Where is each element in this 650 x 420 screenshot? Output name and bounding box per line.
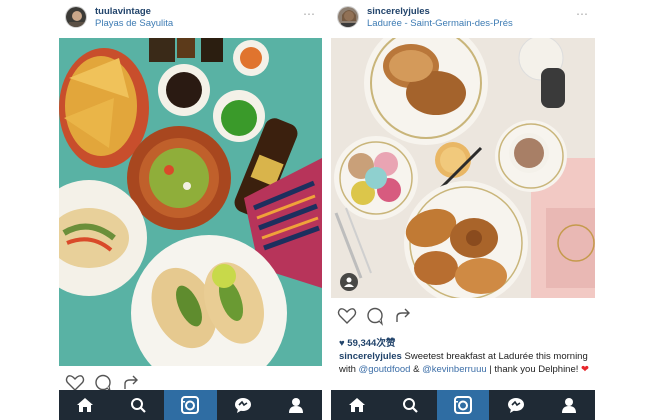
home-icon: [349, 398, 366, 412]
likes-count[interactable]: ♥ 59,344次赞: [339, 335, 395, 349]
mention-link[interactable]: @goutdfood: [359, 364, 411, 375]
profile-icon: [561, 398, 576, 413]
location-link[interactable]: Ladurée - Saint-Germain-des-Prés: [367, 18, 513, 29]
post-header: sincerelyjules Ladurée - Saint-Germain-d…: [331, 0, 595, 38]
red-heart-emoji: ❤: [581, 364, 590, 375]
avatar[interactable]: [337, 6, 359, 28]
tab-camera[interactable]: [164, 390, 217, 420]
more-options-icon[interactable]: ⋯: [576, 8, 589, 20]
location-link[interactable]: Playas de Sayulita: [95, 18, 173, 29]
activity-bubble-icon: [507, 398, 524, 413]
post-sincerelyjules: sincerelyjules Ladurée - Saint-Germain-d…: [331, 0, 595, 420]
bottom-tab-bar: [331, 390, 595, 420]
post-photo-laduree-breakfast[interactable]: [331, 38, 595, 298]
heart-icon[interactable]: [337, 306, 357, 326]
post-photo-tacos[interactable]: [59, 38, 322, 366]
tab-home[interactable]: [59, 390, 112, 420]
profile-icon: [288, 398, 303, 413]
avatar[interactable]: [65, 6, 87, 28]
post-caption: sincerelyjules Sweetest breakfast at Lad…: [339, 350, 589, 376]
tab-profile[interactable]: [269, 390, 322, 420]
action-row: [331, 304, 595, 328]
tab-search[interactable]: [112, 390, 165, 420]
more-options-icon[interactable]: ⋯: [303, 8, 316, 20]
heart-small-icon: ♥: [339, 338, 345, 349]
activity-bubble-icon: [235, 398, 252, 413]
bottom-tab-bar: [59, 390, 322, 420]
tab-activity[interactable]: [217, 390, 270, 420]
username[interactable]: tuulavintage: [95, 6, 151, 17]
post-tuulavintage: tuulavintage Playas de Sayulita ⋯: [59, 0, 322, 420]
search-icon: [130, 398, 146, 413]
likes-text: 59,344次赞: [347, 338, 396, 349]
post-header: tuulavintage Playas de Sayulita ⋯: [59, 0, 322, 38]
tab-camera[interactable]: [436, 390, 490, 420]
username[interactable]: sincerelyjules: [367, 6, 430, 17]
comment-icon[interactable]: [365, 306, 385, 326]
tab-home[interactable]: [331, 390, 384, 420]
caption-text: | thank you Delphine!: [486, 364, 582, 375]
share-icon[interactable]: [393, 306, 413, 326]
caption-text: &: [410, 364, 423, 375]
tab-activity[interactable]: [489, 390, 542, 420]
home-icon: [77, 398, 94, 412]
camera-icon: [453, 396, 472, 414]
caption-username[interactable]: sincerelyjules: [339, 351, 402, 362]
mention-link[interactable]: @kevinberruuu: [422, 364, 487, 375]
tab-profile[interactable]: [542, 390, 595, 420]
camera-icon: [181, 396, 200, 414]
tab-search[interactable]: [384, 390, 437, 420]
search-icon: [403, 398, 418, 413]
